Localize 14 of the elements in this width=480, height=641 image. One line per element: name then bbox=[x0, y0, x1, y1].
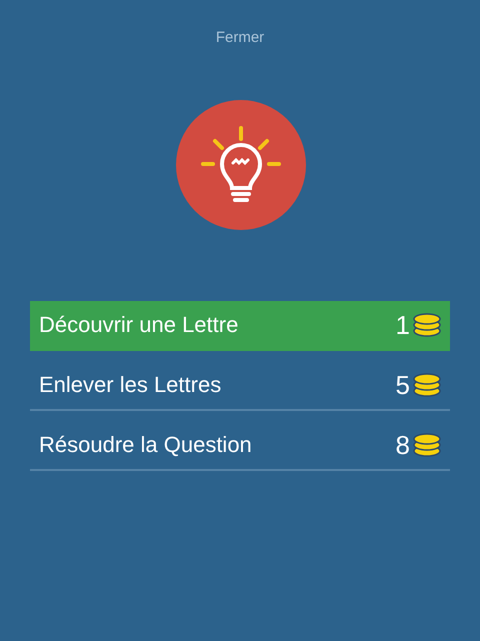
cost-value: 1 bbox=[396, 310, 410, 340]
close-link[interactable]: Fermer bbox=[216, 29, 264, 46]
cost-value: 8 bbox=[396, 430, 410, 460]
coins-icon bbox=[412, 373, 442, 397]
option-label: Enlever les Lettres bbox=[39, 372, 222, 398]
option-label: Découvrir une Lettre bbox=[39, 312, 240, 338]
hint-option[interactable]: Enlever les Lettres 5 bbox=[30, 361, 450, 411]
cost-value: 5 bbox=[396, 370, 410, 400]
hint-option[interactable]: Découvrir une Lettre 1 bbox=[30, 301, 450, 351]
coins-icon bbox=[412, 433, 442, 457]
coins-icon bbox=[412, 313, 442, 337]
lightbulb-icon bbox=[176, 100, 306, 230]
option-label: Résoudre la Question bbox=[39, 432, 253, 458]
hint-option[interactable]: Résoudre la Question 8 bbox=[30, 421, 450, 471]
